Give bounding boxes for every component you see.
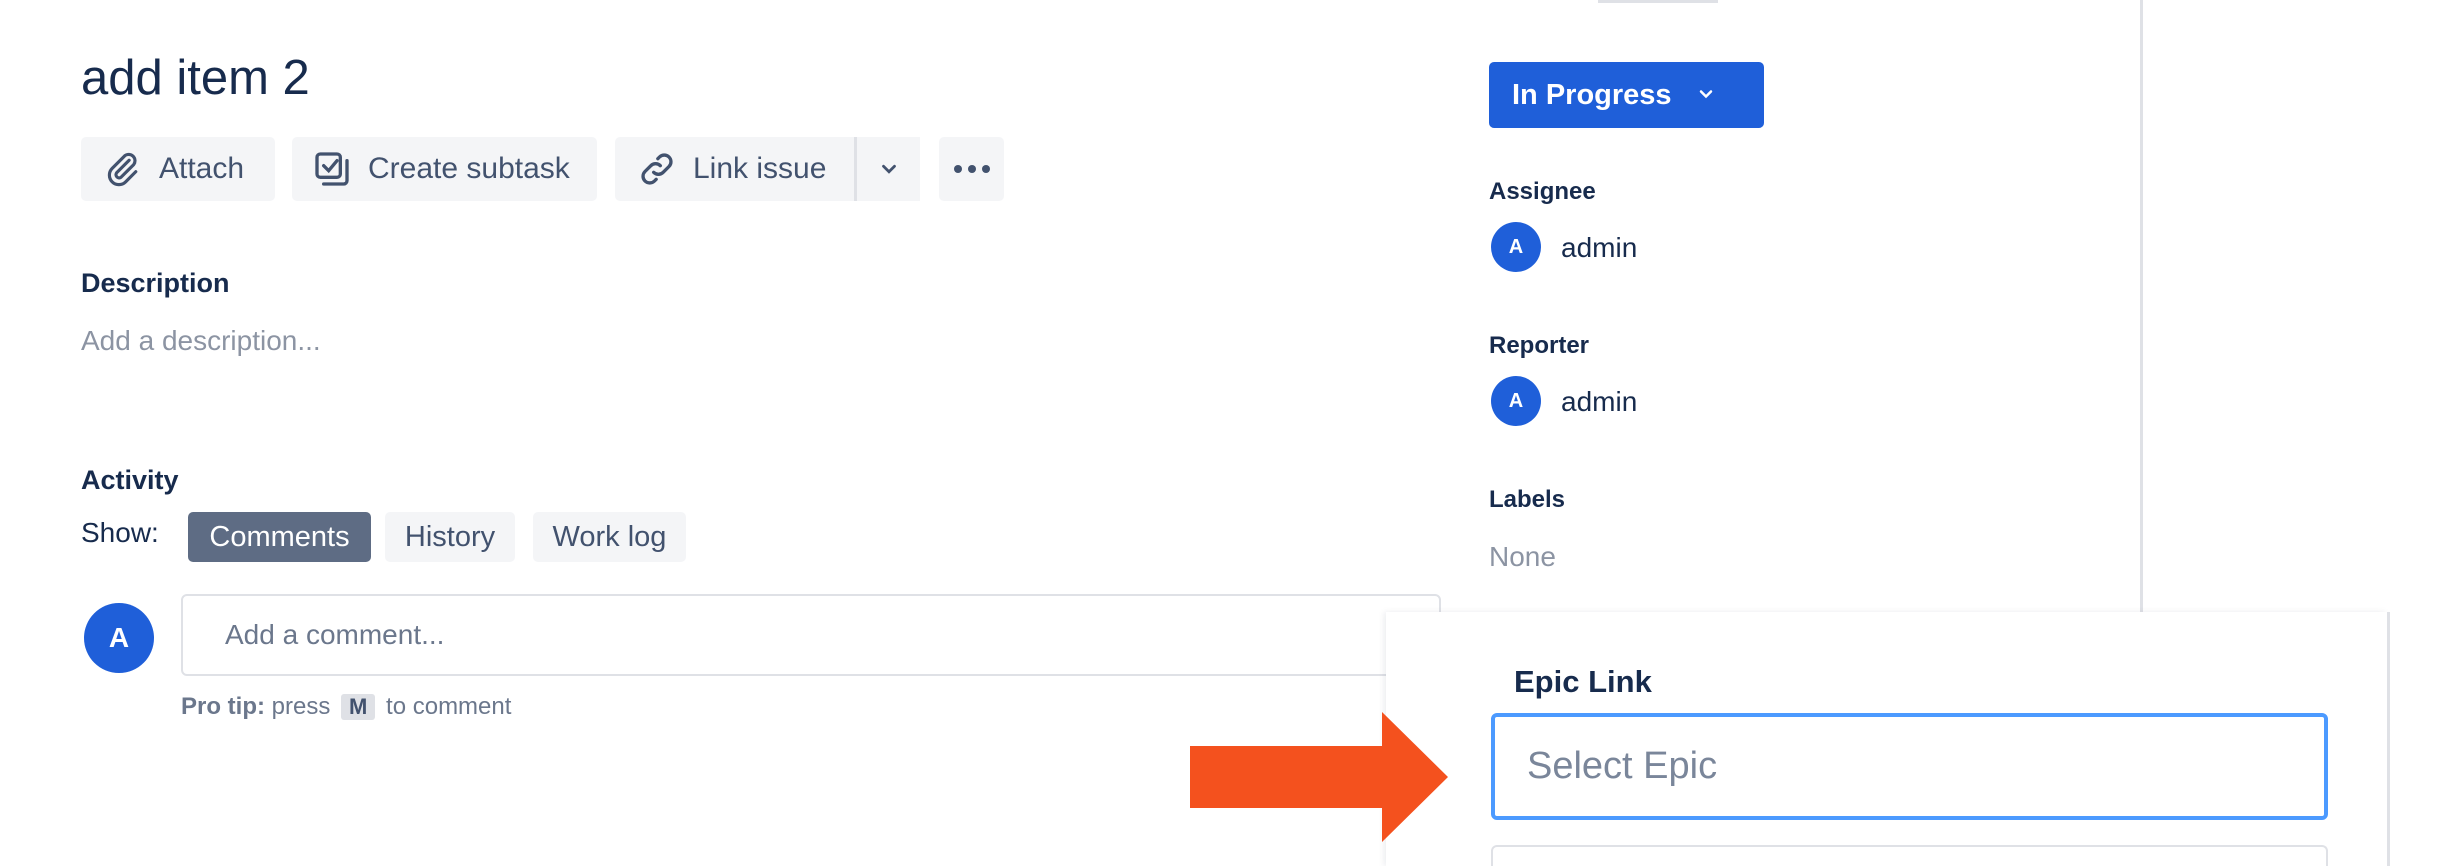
more-actions-button[interactable] <box>939 137 1004 201</box>
create-subtask-button[interactable]: Create subtask <box>292 137 597 201</box>
pro-tip-press: press <box>271 693 331 720</box>
attach-button[interactable]: Attach <box>81 137 275 201</box>
paperclip-icon <box>103 149 141 189</box>
issue-title[interactable]: add item 2 <box>81 50 310 106</box>
dropdown-list-edge <box>1491 845 2328 866</box>
link-issue-dropdown-button[interactable] <box>857 137 920 201</box>
filter-history[interactable]: History <box>385 512 515 562</box>
show-label: Show: <box>81 517 159 548</box>
reporter-heading: Reporter <box>1489 332 1590 359</box>
avatar: A <box>84 603 154 673</box>
link-issue-label: Link issue <box>693 152 827 185</box>
create-subtask-label: Create subtask <box>368 152 570 185</box>
description-placeholder[interactable]: Add a description... <box>81 325 321 357</box>
assignee-avatar: A <box>1491 222 1541 272</box>
chevron-down-icon <box>878 158 900 180</box>
pro-tip-prefix: Pro tip: <box>181 693 265 720</box>
reporter-name[interactable]: admin <box>1561 386 1637 418</box>
filter-work-log[interactable]: Work log <box>533 512 686 562</box>
annotation-arrow-icon <box>1190 712 1448 847</box>
epic-select-placeholder: Select Epic <box>1527 745 1718 787</box>
description-heading: Description <box>81 268 230 298</box>
assignee-heading: Assignee <box>1489 178 1596 205</box>
more-icon <box>952 163 992 175</box>
comment-input[interactable]: Add a comment... <box>181 594 1441 676</box>
attach-label: Attach <box>159 152 245 185</box>
activity-heading: Activity <box>81 465 179 495</box>
assignee-name[interactable]: admin <box>1561 232 1637 264</box>
top-edge-fragment <box>1598 0 1718 3</box>
status-button[interactable]: In Progress <box>1489 62 1764 128</box>
chevron-down-icon <box>1696 79 1716 112</box>
labels-heading: Labels <box>1489 486 1566 513</box>
panel-border <box>2387 612 2390 866</box>
filter-comments[interactable]: Comments <box>188 512 371 562</box>
shortcut-key: M <box>341 694 376 720</box>
subtask-icon <box>312 149 352 189</box>
epic-select-input[interactable]: Select Epic <box>1491 713 2328 820</box>
comment-placeholder: Add a comment... <box>225 619 445 650</box>
epic-link-heading: Epic Link <box>1514 664 1652 699</box>
pro-tip: Pro tip: press M to comment <box>181 693 511 721</box>
pro-tip-suffix: to comment <box>386 693 512 720</box>
labels-value[interactable]: None <box>1489 541 1556 573</box>
link-icon <box>637 149 677 189</box>
reporter-avatar: A <box>1491 376 1541 426</box>
sidebar-divider <box>2140 0 2143 612</box>
status-label: In Progress <box>1512 78 1672 111</box>
